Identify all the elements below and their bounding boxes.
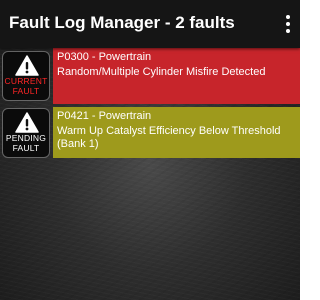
fault-details: P0300 - Powertrain Random/Multiple Cylin… xyxy=(53,48,300,104)
app-title: Fault Log Manager - 2 faults xyxy=(9,13,235,32)
menu-dot xyxy=(286,29,290,33)
status-label-line2: FAULT xyxy=(12,85,40,96)
pending-fault-badge: PENDING FAULT xyxy=(2,108,50,158)
fault-row-pending[interactable]: PENDING FAULT P0421 - Powertrain Warm Up… xyxy=(0,107,300,158)
status-label-line2: FAULT xyxy=(12,142,40,153)
overflow-menu-icon[interactable] xyxy=(280,12,296,36)
menu-dot xyxy=(286,22,290,26)
fault-description: Warm Up Catalyst Efficiency Below Thresh… xyxy=(57,125,281,150)
current-fault-badge: CURRENT FAULT xyxy=(2,51,50,101)
app-bar: Fault Log Manager - 2 faults xyxy=(0,0,300,48)
warning-triangle-icon xyxy=(15,55,39,76)
fault-code: P0421 - Powertrain xyxy=(57,110,152,122)
fault-details: P0421 - Powertrain Warm Up Catalyst Effi… xyxy=(53,107,300,158)
menu-dot xyxy=(286,15,290,19)
fault-row-current[interactable]: CURRENT FAULT P0300 - Powertrain Random/… xyxy=(0,48,300,104)
status-label: CURRENT FAULT xyxy=(3,76,49,96)
fault-description: Random/Multiple Cylinder Misfire Detecte… xyxy=(57,66,266,78)
status-label: PENDING FAULT xyxy=(3,133,49,153)
warning-triangle-icon xyxy=(15,112,39,133)
fault-code: P0300 - Powertrain xyxy=(57,51,152,63)
app-screen: Fault Log Manager - 2 faults CURRENT FAU… xyxy=(0,0,300,300)
